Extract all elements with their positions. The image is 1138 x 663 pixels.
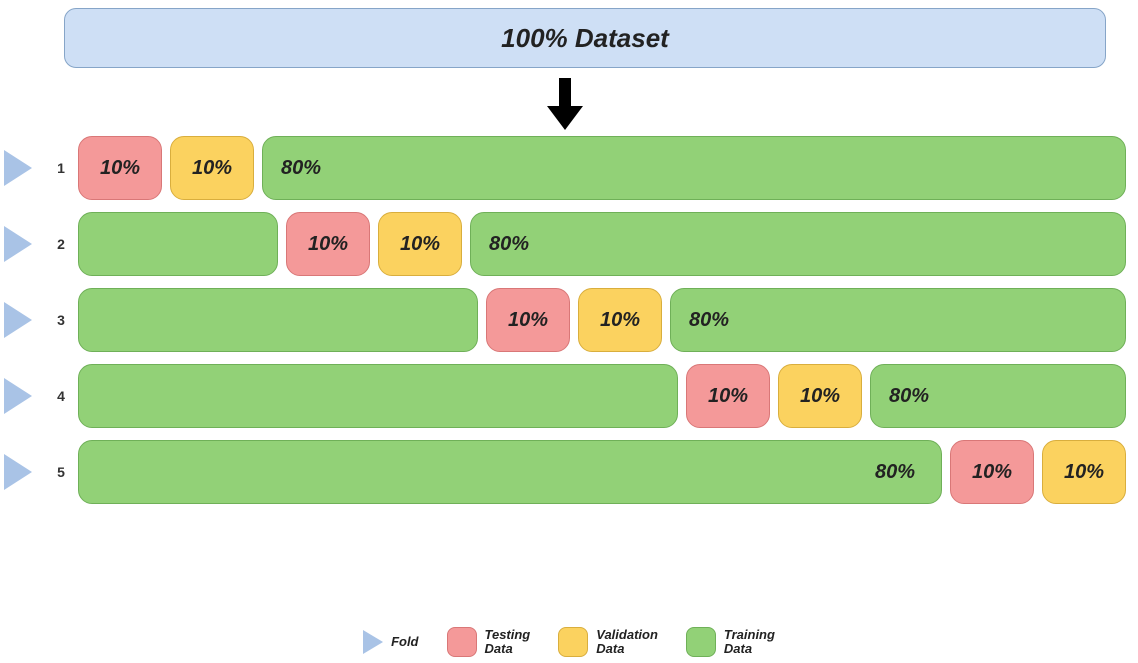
validation-segment: 10% [578, 288, 662, 352]
validation-segment: 10% [778, 364, 862, 428]
training-swatch-icon [686, 627, 716, 657]
testing-label: 10% [708, 385, 748, 408]
training-segment [78, 288, 478, 352]
training-segment: 80% [262, 136, 1126, 200]
fold-bar: 10% 10% 80% [78, 288, 1126, 352]
dataset-header-label: 100% Dataset [501, 23, 669, 54]
legend-testing-label: Testing Data [485, 628, 531, 657]
legend-fold-label: Fold [391, 635, 418, 649]
legend: Fold Testing Data Validation Data Traini… [0, 627, 1138, 657]
fold-number: 4 [54, 388, 68, 404]
fold-row: 5 80% 10% 10% [4, 440, 1126, 504]
fold-bar: 80% 10% 10% [78, 440, 1126, 504]
legend-training-label: Training Data [724, 628, 775, 657]
fold-bar: 10% 10% 80% [78, 136, 1126, 200]
testing-label: 10% [972, 461, 1012, 484]
fold-marker-icon [4, 378, 42, 414]
testing-label: 10% [308, 233, 348, 256]
fold-row: 4 10% 10% 80% [4, 364, 1126, 428]
dataset-header: 100% Dataset [64, 8, 1106, 68]
training-segment: 80% [470, 212, 1126, 276]
training-segment [78, 212, 278, 276]
fold-marker-icon [4, 454, 42, 490]
folds-container: 1 10% 10% 80% 2 10% 10% 80% 3 10% 10% 80… [4, 136, 1126, 504]
fold-triangle-icon [363, 630, 383, 654]
fold-row: 1 10% 10% 80% [4, 136, 1126, 200]
training-label: 80% [281, 157, 321, 180]
testing-swatch-icon [447, 627, 477, 657]
fold-marker-icon [4, 302, 42, 338]
arrow-down-icon [4, 78, 1126, 130]
fold-bar: 10% 10% 80% [78, 364, 1126, 428]
training-segment: 80% [78, 440, 942, 504]
training-label: 80% [875, 461, 915, 484]
fold-row: 3 10% 10% 80% [4, 288, 1126, 352]
fold-marker-icon [4, 150, 42, 186]
training-label: 80% [689, 309, 729, 332]
validation-segment: 10% [1042, 440, 1126, 504]
legend-validation-label: Validation Data [596, 628, 658, 657]
validation-label: 10% [600, 309, 640, 332]
fold-number: 3 [54, 312, 68, 328]
training-segment [78, 364, 678, 428]
validation-segment: 10% [378, 212, 462, 276]
training-segment: 80% [670, 288, 1126, 352]
fold-marker-icon [4, 226, 42, 262]
legend-testing: Testing Data [447, 627, 531, 657]
testing-label: 10% [100, 157, 140, 180]
fold-number: 5 [54, 464, 68, 480]
training-segment: 80% [870, 364, 1126, 428]
validation-label: 10% [1064, 461, 1104, 484]
validation-swatch-icon [558, 627, 588, 657]
validation-label: 10% [192, 157, 232, 180]
testing-label: 10% [508, 309, 548, 332]
legend-training: Training Data [686, 627, 775, 657]
fold-row: 2 10% 10% 80% [4, 212, 1126, 276]
legend-validation: Validation Data [558, 627, 658, 657]
testing-segment: 10% [286, 212, 370, 276]
fold-bar: 10% 10% 80% [78, 212, 1126, 276]
validation-label: 10% [800, 385, 840, 408]
validation-label: 10% [400, 233, 440, 256]
training-label: 80% [889, 385, 929, 408]
validation-segment: 10% [170, 136, 254, 200]
fold-number: 2 [54, 236, 68, 252]
legend-fold: Fold [363, 630, 418, 654]
testing-segment: 10% [686, 364, 770, 428]
testing-segment: 10% [78, 136, 162, 200]
testing-segment: 10% [486, 288, 570, 352]
testing-segment: 10% [950, 440, 1034, 504]
fold-number: 1 [54, 160, 68, 176]
training-label: 80% [489, 233, 529, 256]
